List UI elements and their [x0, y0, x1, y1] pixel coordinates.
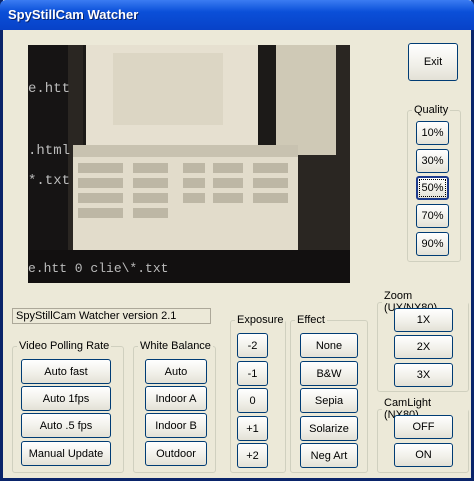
camera-preview: e.htt .html *.txt e.htt 0 clie\*.txt — [28, 45, 350, 283]
auto-1fps-button[interactable]: Auto 1fps — [21, 386, 111, 411]
wb-indoor-b-button[interactable]: Indoor B — [145, 413, 207, 438]
window-title: SpyStillCam Watcher — [8, 7, 139, 22]
wb-outdoor-button[interactable]: Outdoor — [145, 441, 207, 466]
wb-indoor-a-button[interactable]: Indoor A — [145, 386, 207, 411]
effect-label: Effect — [297, 314, 325, 326]
zoom-1x-button[interactable]: 1X — [394, 308, 453, 332]
effect-solarize-button[interactable]: Solarize — [300, 416, 358, 441]
quality-30-button[interactable]: 30% — [416, 149, 449, 173]
exposure-plus2-button[interactable]: +2 — [237, 443, 268, 468]
exposure-plus1-button[interactable]: +1 — [237, 416, 268, 441]
effect-none-button[interactable]: None — [300, 333, 358, 358]
manual-update-button[interactable]: Manual Update — [21, 441, 111, 466]
zoom-3x-button[interactable]: 3X — [394, 363, 453, 387]
camlight-off-button[interactable]: OFF — [394, 415, 453, 439]
quality-10-button[interactable]: 10% — [416, 121, 449, 145]
quality-50-button[interactable]: 50% — [416, 176, 449, 200]
camera-image — [28, 45, 350, 283]
effect-bw-button[interactable]: B&W — [300, 361, 358, 386]
effect-neg-art-button[interactable]: Neg Art — [300, 443, 358, 468]
exposure-0-button[interactable]: 0 — [237, 388, 268, 413]
camlight-on-button[interactable]: ON — [394, 443, 453, 467]
camera-text-1: e.htt — [28, 81, 71, 97]
effect-sepia-button[interactable]: Sepia — [300, 388, 358, 413]
auto-half-fps-button[interactable]: Auto .5 fps — [21, 413, 111, 438]
zoom-2x-button[interactable]: 2X — [394, 335, 453, 359]
exposure-label: Exposure — [237, 314, 284, 326]
camera-text-4: e.htt 0 clie\*.txt — [28, 261, 169, 276]
camera-text-3: *.txt — [28, 173, 71, 189]
auto-fast-button[interactable]: Auto fast — [21, 359, 111, 384]
exit-button[interactable]: Exit — [408, 43, 458, 81]
white-balance-label: White Balance — [140, 340, 211, 352]
video-polling-label: Video Polling Rate — [19, 340, 110, 352]
main-window: SpyStillCam Watcher e.htt .html *.txt e.… — [0, 0, 474, 481]
quality-70-button[interactable]: 70% — [416, 204, 449, 228]
exposure-minus1-button[interactable]: -1 — [237, 361, 268, 386]
exposure-minus2-button[interactable]: -2 — [237, 333, 268, 358]
quality-90-button[interactable]: 90% — [416, 232, 449, 256]
quality-label: Quality — [414, 104, 449, 116]
wb-auto-button[interactable]: Auto — [145, 359, 207, 384]
title-bar: SpyStillCam Watcher — [0, 0, 474, 30]
version-text: SpyStillCam Watcher version 2.1 — [12, 308, 211, 324]
camera-text-2: .html — [28, 143, 71, 159]
